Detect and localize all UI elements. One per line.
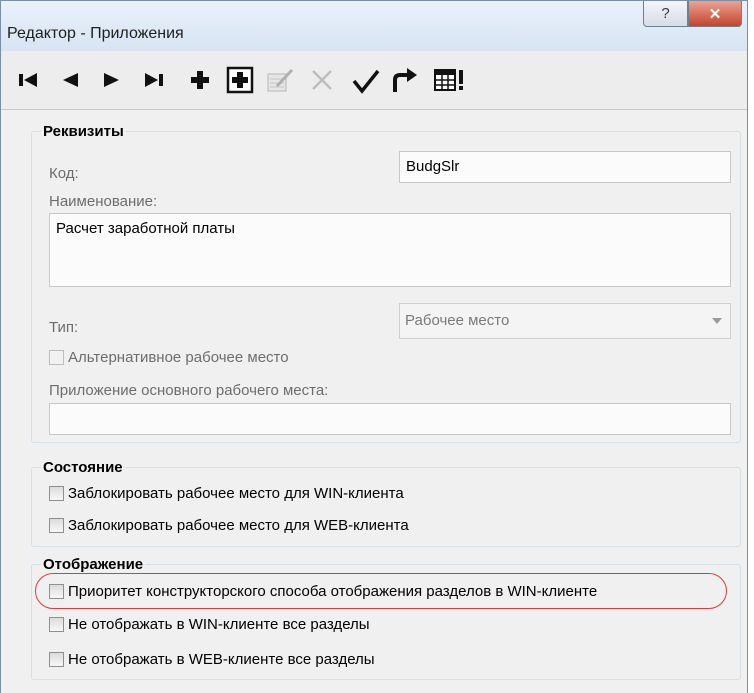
- lock-win-label: Заблокировать рабочее место для WIN-клие…: [68, 485, 404, 502]
- alt-workplace-label: Альтернативное рабочее место: [68, 349, 289, 366]
- editor-window: Редактор - Приложения ? ✕ Реквизиты Код:…: [0, 0, 748, 693]
- window-title: Редактор - Приложения: [7, 25, 184, 42]
- alt-workplace-checkbox[interactable]: [49, 350, 64, 365]
- first-record-icon: [19, 73, 37, 87]
- edit-icon: [267, 68, 294, 92]
- delete-icon: [312, 70, 332, 90]
- add-icon: [191, 71, 209, 89]
- hide-web-checkbox[interactable]: [49, 652, 64, 667]
- title-bar: Редактор - Приложения ? ✕: [1, 1, 747, 52]
- add-boxed-icon: [226, 66, 254, 94]
- priority-label: Приоритет конструкторского способа отобр…: [68, 583, 598, 600]
- edit-button[interactable]: [263, 63, 297, 97]
- name-field[interactable]: Расчет заработной платы: [49, 213, 731, 287]
- help-button[interactable]: ?: [643, 1, 688, 27]
- display-title: Отображение: [41, 556, 146, 573]
- confirm-button[interactable]: [349, 63, 383, 97]
- type-select-value: Рабочее место: [405, 312, 510, 329]
- hide-win-checkbox-row[interactable]: Не отображать в WIN-клиенте все разделы: [49, 616, 370, 633]
- lock-web-checkbox[interactable]: [49, 518, 64, 533]
- confirm-icon: [352, 69, 380, 94]
- next-record-icon: [104, 73, 119, 87]
- type-label: Тип:: [49, 319, 79, 336]
- last-record-button[interactable]: [137, 63, 171, 97]
- code-field[interactable]: BudgSlr: [399, 151, 731, 183]
- lock-web-checkbox-row[interactable]: Заблокировать рабочее место для WEB-клие…: [49, 517, 409, 534]
- name-label: Наименование:: [49, 193, 158, 210]
- next-record-button[interactable]: [95, 63, 129, 97]
- hide-win-checkbox[interactable]: [49, 617, 64, 632]
- code-label: Код:: [49, 165, 79, 182]
- delete-button[interactable]: [305, 63, 339, 97]
- chevron-down-icon: [712, 318, 722, 324]
- state-group: Состояние: [31, 459, 741, 547]
- hide-web-checkbox-row[interactable]: Не отображать в WEB-клиенте все разделы: [49, 651, 375, 668]
- last-record-icon: [145, 73, 163, 87]
- grid-button[interactable]: [433, 63, 467, 97]
- grid-icon: [434, 69, 463, 91]
- lock-win-checkbox-row[interactable]: Заблокировать рабочее место для WIN-клие…: [49, 485, 404, 502]
- lock-win-checkbox[interactable]: [49, 486, 64, 501]
- requisites-title: Реквизиты: [41, 123, 126, 140]
- close-button[interactable]: ✕: [688, 1, 742, 27]
- priority-checkbox-row[interactable]: Приоритет конструкторского способа отобр…: [49, 583, 597, 600]
- state-title: Состояние: [41, 459, 125, 476]
- prev-record-icon: [63, 73, 78, 87]
- hide-web-label: Не отображать в WEB-клиенте все разделы: [68, 651, 375, 668]
- type-select[interactable]: Рабочее место: [399, 303, 731, 339]
- first-record-button[interactable]: [11, 63, 45, 97]
- main-app-field[interactable]: [49, 403, 731, 435]
- priority-checkbox[interactable]: [49, 584, 64, 599]
- refresh-icon: [393, 68, 417, 92]
- alt-workplace-checkbox-row[interactable]: Альтернативное рабочее место: [49, 349, 289, 366]
- lock-web-label: Заблокировать рабочее место для WEB-клие…: [68, 517, 409, 534]
- hide-win-label: Не отображать в WIN-клиенте все разделы: [68, 616, 370, 633]
- prev-record-button[interactable]: [53, 63, 87, 97]
- refresh-button[interactable]: [387, 63, 421, 97]
- main-app-label: Приложение основного рабочего места:: [49, 382, 329, 399]
- add-button[interactable]: [183, 63, 217, 97]
- toolbar: [1, 51, 747, 110]
- add-boxed-button[interactable]: [223, 63, 257, 97]
